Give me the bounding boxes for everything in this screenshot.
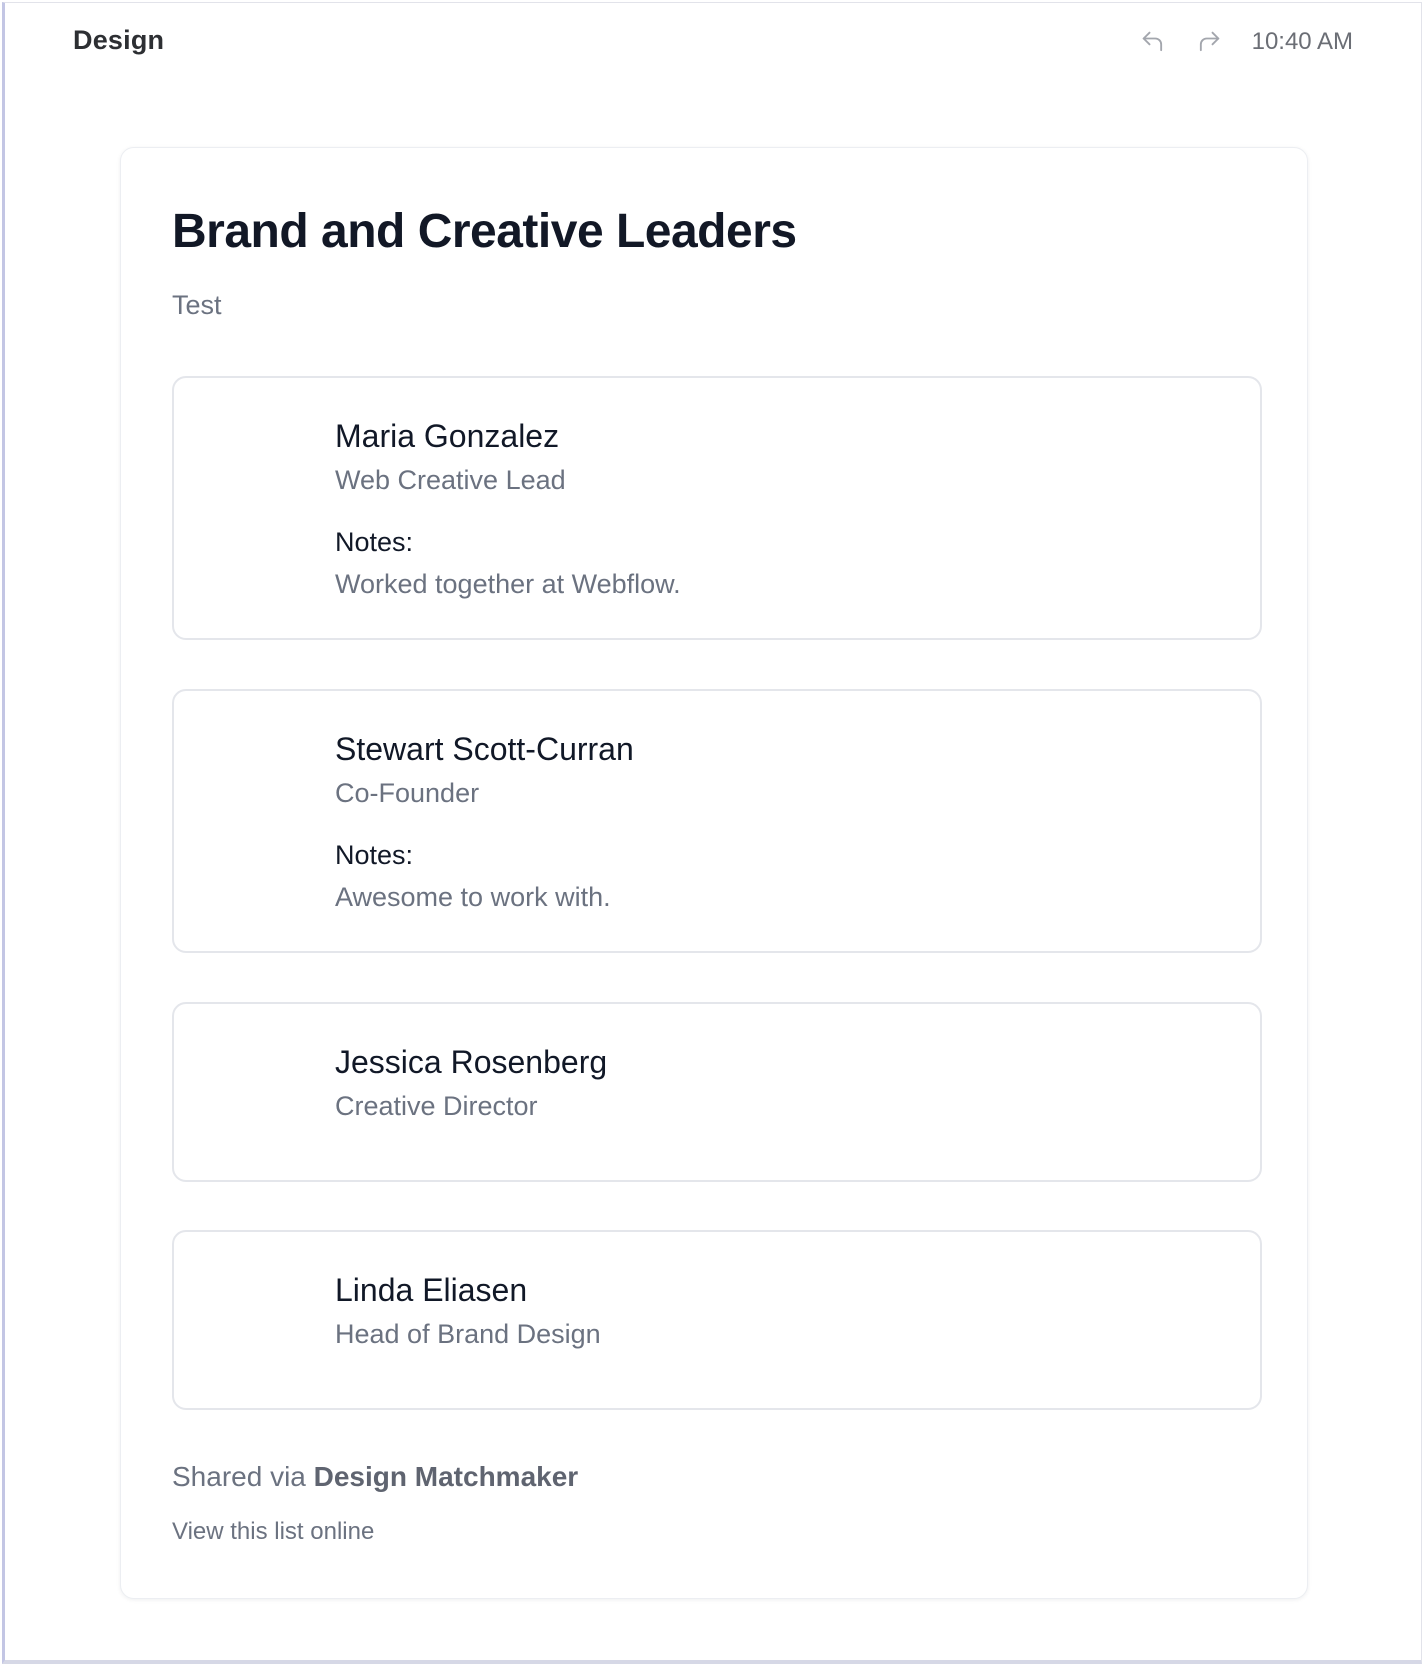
list-title: Brand and Creative Leaders — [172, 205, 797, 258]
shared-via-text: Shared via Design Matchmaker — [172, 1461, 578, 1493]
email-window: Design 10:40 AM Brand and Creative Leade… — [2, 2, 1422, 1664]
contact-notes: Awesome to work with. — [335, 882, 611, 912]
contact-name: Linda Eliasen — [335, 1272, 528, 1308]
redo-button[interactable] — [1192, 25, 1226, 59]
shared-brand-link[interactable]: Design Matchmaker — [314, 1461, 579, 1492]
timestamp: 10:40 AM — [1251, 28, 1353, 55]
contact-card: Maria Gonzalez Web Creative Lead Notes: … — [172, 376, 1262, 640]
undo-icon — [1142, 31, 1162, 52]
contact-name: Stewart Scott-Curran — [335, 731, 634, 767]
notes-label: Notes: — [335, 527, 414, 557]
redo-icon — [1199, 31, 1219, 52]
list-description: Test — [172, 290, 222, 320]
contact-role: Web Creative Lead — [335, 465, 566, 495]
view-online-link[interactable]: View this list online — [172, 1518, 374, 1546]
notes-label: Notes: — [335, 840, 414, 870]
contact-name: Maria Gonzalez — [335, 418, 560, 454]
undo-button[interactable] — [1136, 25, 1170, 59]
contact-card: Stewart Scott-Curran Co-Founder Notes: A… — [172, 689, 1262, 953]
top-actions: 10:40 AM — [1136, 25, 1353, 59]
app-title: Design — [73, 25, 165, 55]
contact-card: Jessica Rosenberg Creative Director — [172, 1002, 1262, 1182]
list-card: Brand and Creative Leaders Test Maria Go… — [120, 147, 1308, 1599]
shared-prefix: Shared via — [172, 1461, 314, 1492]
contact-notes: Worked together at Webflow. — [335, 569, 681, 599]
contact-card: Linda Eliasen Head of Brand Design — [172, 1230, 1262, 1410]
top-bar: Design 10:40 AM — [5, 3, 1421, 83]
contact-role: Co-Founder — [335, 778, 480, 808]
contact-role: Creative Director — [335, 1091, 538, 1121]
contact-role: Head of Brand Design — [335, 1319, 601, 1349]
contact-name: Jessica Rosenberg — [335, 1044, 608, 1080]
